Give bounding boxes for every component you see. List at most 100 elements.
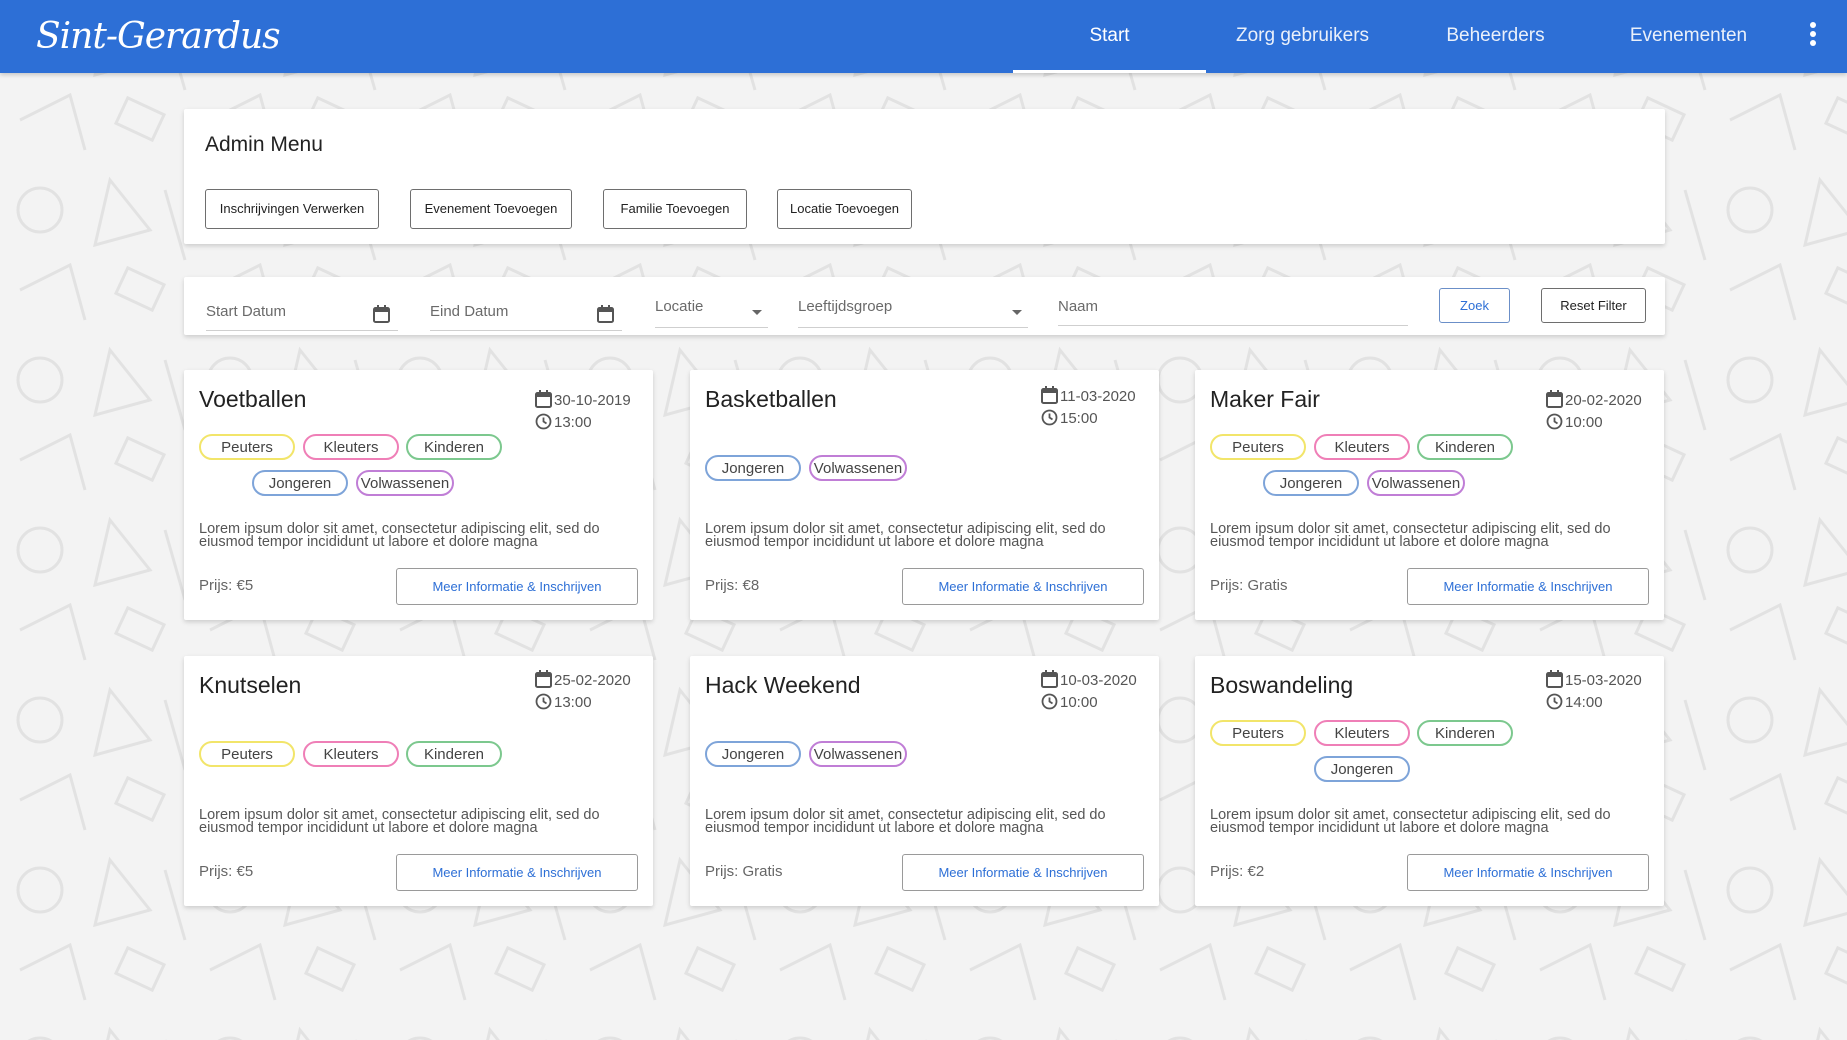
event-time-text: 13:00 bbox=[554, 414, 592, 431]
event-time-text: 10:00 bbox=[1060, 694, 1098, 711]
event-description: Lorem ipsum dolor sit amet, consectetur … bbox=[199, 807, 600, 836]
calendar-icon bbox=[1041, 386, 1058, 404]
event-description: Lorem ipsum dolor sit amet, consectetur … bbox=[1210, 521, 1611, 550]
age-group-select[interactable]: Leeftijdsgroep bbox=[798, 288, 1028, 328]
more-info-register-button[interactable]: Meer Informatie & Inschrijven bbox=[396, 568, 638, 605]
age-group-tag: Kinderen bbox=[1417, 434, 1513, 460]
event-time-text: 15:00 bbox=[1060, 410, 1098, 427]
event-description: Lorem ipsum dolor sit amet, consectetur … bbox=[199, 521, 600, 550]
location-select-label: Locatie bbox=[655, 298, 704, 315]
calendar-icon bbox=[535, 390, 552, 408]
event-card: Knutselen 25-02-2020 13:00 Peuters Kleuters K… bbox=[184, 656, 653, 906]
event-time-text: 14:00 bbox=[1565, 694, 1603, 711]
inschrijvingen-verwerken-button[interactable]: Inschrijvingen Verwerken bbox=[205, 189, 379, 229]
name-field[interactable] bbox=[1058, 286, 1408, 326]
event-price: Prijs: €2 bbox=[1210, 863, 1265, 880]
event-card: Voetballen 30-10-2019 13:00 Peuters Kleuters… bbox=[184, 370, 653, 620]
age-group-tag: Kleuters bbox=[303, 741, 399, 767]
search-button[interactable]: Zoek bbox=[1439, 288, 1510, 323]
event-time: 10:00 bbox=[1041, 693, 1098, 711]
age-group-tag: Peuters bbox=[1210, 434, 1306, 460]
clock-icon bbox=[535, 413, 552, 430]
locatie-toevoegen-button[interactable]: Locatie Toevoegen bbox=[777, 189, 912, 229]
age-group-tag: Volwassenen bbox=[809, 455, 907, 481]
more-info-register-button[interactable]: Meer Informatie & Inschrijven bbox=[1407, 854, 1649, 891]
admin-menu-panel: Admin Menu Inschrijvingen Verwerken Even… bbox=[184, 109, 1665, 244]
tab-start[interactable]: Start bbox=[1013, 0, 1206, 73]
event-description: Lorem ipsum dolor sit amet, consectetur … bbox=[705, 807, 1106, 836]
calendar-icon bbox=[1546, 390, 1563, 408]
top-app-bar: Sint-Gerardus Start Zorg gebruikers Behe… bbox=[0, 0, 1847, 73]
event-date-text: 11-03-2020 bbox=[1060, 388, 1136, 405]
age-group-tag: Kinderen bbox=[1417, 720, 1513, 746]
event-date-text: 10-03-2020 bbox=[1060, 672, 1137, 689]
age-group-tag: Jongeren bbox=[252, 470, 348, 496]
more-info-register-button[interactable]: Meer Informatie & Inschrijven bbox=[396, 854, 638, 891]
event-time-text: 10:00 bbox=[1565, 414, 1603, 431]
age-group-tag: Kleuters bbox=[1314, 434, 1410, 460]
age-group-tag: Kinderen bbox=[406, 741, 502, 767]
familie-toevoegen-button[interactable]: Familie Toevoegen bbox=[603, 189, 747, 229]
sint-gerardus-logo[interactable]: Sint-Gerardus bbox=[36, 6, 281, 68]
more-info-register-button[interactable]: Meer Informatie & Inschrijven bbox=[1407, 568, 1649, 605]
event-title: Hack Weekend bbox=[705, 672, 861, 698]
age-group-tag: Volwassenen bbox=[356, 470, 454, 496]
age-group-tag: Jongeren bbox=[705, 455, 801, 481]
event-date: 25-02-2020 bbox=[535, 670, 631, 689]
event-title: Voetballen bbox=[199, 386, 307, 412]
event-date-text: 20-02-2020 bbox=[1565, 392, 1642, 409]
filter-bar: Locatie Leeftijdsgroep Zoek Reset Filter bbox=[184, 277, 1665, 335]
location-select[interactable]: Locatie bbox=[655, 288, 768, 328]
event-time: 14:00 bbox=[1546, 693, 1603, 711]
more-info-register-button[interactable]: Meer Informatie & Inschrijven bbox=[902, 854, 1144, 891]
event-time: 13:00 bbox=[535, 693, 592, 711]
calendar-icon[interactable] bbox=[373, 305, 390, 323]
event-title: Basketballen bbox=[705, 386, 837, 412]
event-title: Boswandeling bbox=[1210, 672, 1354, 698]
evenement-toevoegen-button[interactable]: Evenement Toevoegen bbox=[410, 189, 572, 229]
tab-zorg-gebruikers[interactable]: Zorg gebruikers bbox=[1206, 0, 1399, 73]
start-date-field[interactable] bbox=[206, 291, 398, 331]
event-title: Knutselen bbox=[199, 672, 302, 698]
calendar-icon[interactable] bbox=[597, 305, 614, 323]
clock-icon bbox=[535, 693, 552, 710]
name-input[interactable] bbox=[1058, 292, 1408, 320]
event-price: Prijs: Gratis bbox=[1210, 577, 1288, 594]
tab-beheerders[interactable]: Beheerders bbox=[1399, 0, 1592, 73]
tab-evenementen[interactable]: Evenementen bbox=[1592, 0, 1785, 73]
event-date: 30-10-2019 bbox=[535, 390, 631, 409]
age-group-tag: Kleuters bbox=[303, 434, 399, 460]
age-group-tag: Kleuters bbox=[1314, 720, 1410, 746]
calendar-icon bbox=[535, 670, 552, 688]
event-description: Lorem ipsum dolor sit amet, consectetur … bbox=[1210, 807, 1611, 836]
event-date-text: 30-10-2019 bbox=[554, 392, 631, 409]
event-date: 11-03-2020 bbox=[1041, 386, 1136, 405]
age-group-tag: Kinderen bbox=[406, 434, 502, 460]
age-group-select-label: Leeftijdsgroep bbox=[798, 298, 893, 315]
vertical-dots-icon[interactable] bbox=[1800, 22, 1826, 52]
event-time: 13:00 bbox=[535, 413, 592, 431]
event-date-text: 15-03-2020 bbox=[1565, 672, 1642, 689]
event-card: Basketballen 11-03-2020 15:00 Jongeren Volwa… bbox=[690, 370, 1159, 620]
age-group-tag: Peuters bbox=[199, 741, 295, 767]
more-info-register-button[interactable]: Meer Informatie & Inschrijven bbox=[902, 568, 1144, 605]
chevron-down-icon bbox=[752, 310, 762, 315]
end-date-input[interactable] bbox=[430, 297, 622, 325]
reset-filter-button[interactable]: Reset Filter bbox=[1541, 288, 1646, 323]
event-card: Boswandeling 15-03-2020 14:00 Peuters Kleute… bbox=[1195, 656, 1664, 906]
chevron-down-icon bbox=[1012, 310, 1022, 315]
event-description: Lorem ipsum dolor sit amet, consectetur … bbox=[705, 521, 1106, 550]
age-group-tag: Volwassenen bbox=[1367, 470, 1465, 496]
clock-icon bbox=[1041, 693, 1058, 710]
end-date-field[interactable] bbox=[430, 291, 622, 331]
event-card: Hack Weekend 10-03-2020 10:00 Jongeren Volwa… bbox=[690, 656, 1159, 906]
calendar-icon bbox=[1041, 670, 1058, 688]
start-date-input[interactable] bbox=[206, 297, 398, 325]
clock-icon bbox=[1546, 693, 1563, 710]
calendar-icon bbox=[1546, 670, 1563, 688]
event-time: 10:00 bbox=[1546, 413, 1603, 431]
event-date-text: 25-02-2020 bbox=[554, 672, 631, 689]
event-price: Prijs: Gratis bbox=[705, 863, 783, 880]
admin-menu-title: Admin Menu bbox=[205, 133, 323, 156]
event-date: 10-03-2020 bbox=[1041, 670, 1137, 689]
